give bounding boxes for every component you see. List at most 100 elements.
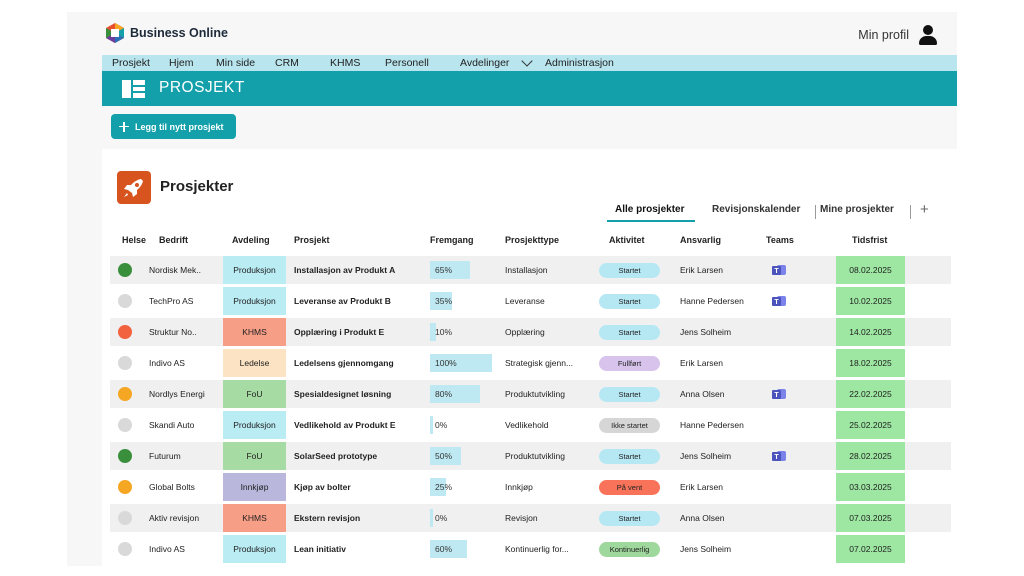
company-cell: TechPro AS (149, 296, 194, 306)
header-bedrift[interactable]: Bedrift (159, 235, 188, 245)
deadline-cell: 08.02.2025 (836, 256, 905, 284)
nav-item-personell[interactable]: Personell (385, 57, 429, 69)
rocket-icon (117, 171, 151, 204)
add-tab-icon[interactable]: + (920, 201, 929, 218)
nav-item-avdelinger[interactable]: Avdelinger (460, 57, 509, 69)
tab-mine-prosjekter[interactable]: Mine prosjekter (820, 204, 894, 215)
table-row[interactable]: Nordlys Energi FoU Spesialdesignet løsning… (110, 380, 951, 408)
page-title: PROSJEKT (159, 79, 245, 96)
header-ansvarlig[interactable]: Ansvarlig (680, 235, 721, 245)
status-badge: Kontinuerlig (599, 542, 660, 557)
header-prosjekttype[interactable]: Prosjekttype (505, 235, 559, 245)
nav-item-crm[interactable]: CRM (275, 57, 299, 69)
table-row[interactable]: Nordisk Mek.. Produksjon Installasjon av P… (110, 256, 951, 284)
health-indicator (118, 542, 132, 556)
add-project-button[interactable]: Legg til nytt prosjekt (111, 114, 236, 139)
teams-icon[interactable]: T (772, 388, 786, 400)
header-teams[interactable]: Teams (766, 235, 794, 245)
plus-icon (119, 121, 129, 132)
svg-text:T: T (774, 268, 779, 275)
svg-text:T: T (774, 299, 779, 306)
status-badge: Ikke startet (599, 418, 660, 433)
header-helse[interactable]: Helse (122, 235, 146, 245)
deadline-cell: 07.03.2025 (836, 504, 905, 532)
page-header: PROSJEKT (102, 71, 957, 106)
project-name-cell[interactable]: Installasjon av Produkt A (294, 256, 395, 284)
tab-revisjonskalender[interactable]: Revisjonskalender (712, 204, 800, 215)
table-row[interactable]: Indivo AS Ledelse Ledelsens gjennomgang 100… (110, 349, 951, 377)
project-name-cell[interactable]: SolarSeed prototype (294, 442, 377, 470)
nav-item-hjem[interactable]: Hjem (169, 57, 194, 69)
project-name-cell[interactable]: Ekstern revisjon (294, 504, 360, 532)
table-row[interactable]: Skandi Auto Produksjon Vedlikehold av Prod… (110, 411, 951, 439)
status-badge: På vent (599, 480, 660, 495)
brand-name: Business Online (130, 26, 228, 40)
teams-icon[interactable]: T (772, 450, 786, 462)
progress-label: 0% (435, 513, 448, 523)
department-cell: FoU (223, 442, 286, 470)
header-fremgang[interactable]: Fremgang (430, 235, 474, 245)
tab-alle-prosjekter[interactable]: Alle prosjekter (615, 204, 684, 215)
department-cell: Produksjon (223, 287, 286, 315)
profile-menu[interactable]: Min profil (858, 25, 937, 45)
project-type-cell: Produktutvikling (505, 389, 566, 399)
company-cell: Struktur No.. (149, 327, 197, 337)
nav-item-khms[interactable]: KHMS (330, 57, 360, 69)
project-name-cell[interactable]: Ledelsens gjennomgang (294, 349, 394, 377)
teams-icon[interactable]: T (772, 295, 786, 307)
header-aktivitet[interactable]: Aktivitet (609, 235, 645, 245)
progress-label: 0% (435, 420, 448, 430)
owner-cell: Anna Olsen (680, 389, 725, 399)
project-name-cell[interactable]: Opplæring i Produkt E (294, 318, 384, 346)
table-row[interactable]: TechPro AS Produksjon Leveranse av Produkt… (110, 287, 951, 315)
header-avdeling[interactable]: Avdeling (232, 235, 270, 245)
project-type-cell: Innkjøp (505, 482, 533, 492)
chevron-down-icon[interactable] (521, 55, 533, 67)
project-type-cell: Vedlikehold (505, 420, 549, 430)
project-type-cell: Installasjon (505, 265, 548, 275)
project-name-cell[interactable]: Leveranse av Produkt B (294, 287, 391, 315)
header-prosjekt[interactable]: Prosjekt (294, 235, 330, 245)
status-badge: Startet (599, 294, 660, 309)
deadline-cell: 18.02.2025 (836, 349, 905, 377)
nav-item-prosjekt[interactable]: Prosjekt (112, 57, 150, 69)
owner-cell: Erik Larsen (680, 358, 723, 368)
deadline-cell: 03.03.2025 (836, 473, 905, 501)
health-indicator (118, 325, 132, 339)
project-type-cell: Strategisk gjenn... (505, 358, 574, 368)
health-indicator (118, 480, 132, 494)
project-type-cell: Revisjon (505, 513, 538, 523)
nav-item-min-side[interactable]: Min side (216, 57, 255, 69)
project-name-cell[interactable]: Kjøp av bolter (294, 473, 351, 501)
deadline-cell: 25.02.2025 (836, 411, 905, 439)
app-frame: Business Online Min profil Prosjekt Hjem… (67, 12, 957, 566)
svg-text:T: T (774, 392, 779, 399)
tab-divider (910, 205, 911, 219)
top-bar: Business Online Min profil (67, 12, 957, 55)
department-cell: Produksjon (223, 256, 286, 284)
table-row[interactable]: Indivo AS Produksjon Lean initiativ 60% Kont… (110, 535, 951, 563)
owner-cell: Erik Larsen (680, 265, 723, 275)
progress-label: 50% (435, 451, 453, 461)
progress-fill (430, 509, 433, 527)
company-cell: Aktiv revisjon (149, 513, 200, 523)
health-indicator (118, 356, 132, 370)
project-name-cell[interactable]: Lean initiativ (294, 535, 346, 563)
project-name-cell[interactable]: Spesialdesignet løsning (294, 380, 391, 408)
active-tab-indicator (607, 220, 695, 222)
table-row[interactable]: Futurum FoU SolarSeed prototype 50% Produktu… (110, 442, 951, 470)
health-indicator (118, 418, 132, 432)
teams-icon[interactable]: T (772, 264, 786, 276)
owner-cell: Erik Larsen (680, 482, 723, 492)
project-name-cell[interactable]: Vedlikehold av Produkt E (294, 411, 396, 439)
progress-label: 25% (435, 482, 453, 492)
table-row[interactable]: Struktur No.. KHMS Opplæring i Produkt E 10… (110, 318, 951, 346)
brand-logo[interactable]: Business Online (104, 22, 228, 44)
header-tidsfrist[interactable]: Tidsfrist (852, 235, 887, 245)
progress-label: 65% (435, 265, 453, 275)
table-row[interactable]: Aktiv revisjon KHMS Ekstern revisjon 0% Revi… (110, 504, 951, 532)
table-row[interactable]: Global Bolts Innkjøp Kjøp av bolter 25% Innk… (110, 473, 951, 501)
status-badge: Startet (599, 511, 660, 526)
health-indicator (118, 263, 132, 277)
nav-item-administrasjon[interactable]: Administrasjon (545, 57, 614, 69)
